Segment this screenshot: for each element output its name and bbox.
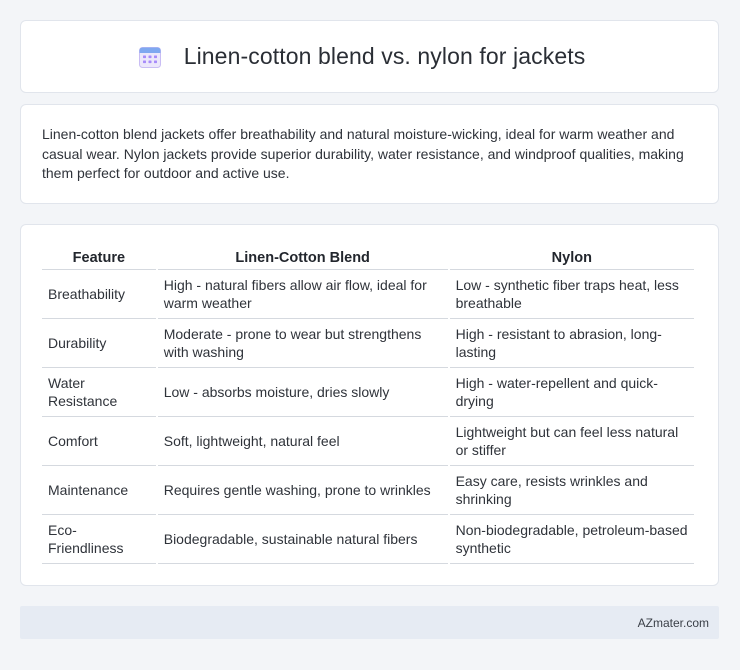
feature-cell: Maintenance	[42, 466, 156, 515]
comparison-table: Feature Linen-Cotton Blend Nylon Breatha…	[40, 245, 696, 564]
comparison-card: Feature Linen-Cotton Blend Nylon Breatha…	[20, 224, 719, 586]
table-row: Comfort Soft, lightweight, natural feel …	[42, 417, 694, 466]
feature-cell: Comfort	[42, 417, 156, 466]
table-header-row: Feature Linen-Cotton Blend Nylon	[42, 245, 694, 270]
table-row: Durability Moderate - prone to wear but …	[42, 319, 694, 368]
title-card: Linen-cotton blend vs. nylon for jackets	[20, 20, 719, 93]
nylon-cell: Low - synthetic fiber traps heat, less b…	[449, 270, 694, 319]
feature-cell: Durability	[42, 319, 156, 368]
page-title: Linen-cotton blend vs. nylon for jackets	[183, 43, 586, 69]
feature-cell: Water Resistance	[42, 368, 156, 417]
nylon-cell: High - resistant to abrasion, long-lasti…	[449, 319, 694, 368]
linen-cotton-cell: Moderate - prone to wear but strengthens…	[157, 319, 448, 368]
header-nylon: Nylon	[449, 245, 694, 270]
summary-card: Linen-cotton blend jackets offer breatha…	[20, 104, 719, 204]
footer-site-label: AZmater.com	[637, 615, 709, 630]
linen-cotton-cell: Biodegradable, sustainable natural fiber…	[157, 515, 448, 564]
feature-cell: Breathability	[42, 270, 156, 319]
nylon-cell: High - water-repellent and quick-drying	[449, 368, 694, 417]
summary-text: Linen-cotton blend jackets offer breatha…	[42, 126, 684, 182]
header-linen-cotton: Linen-Cotton Blend	[157, 245, 448, 270]
table-row: Maintenance Requires gentle washing, pro…	[42, 466, 694, 515]
table-row: Breathability High - natural fibers allo…	[42, 270, 694, 319]
feature-cell: Eco-Friendliness	[42, 515, 156, 564]
linen-cotton-cell: Low - absorbs moisture, dries slowly	[157, 368, 448, 417]
table-row: Water Resistance Low - absorbs moisture,…	[42, 368, 694, 417]
table-row: Eco-Friendliness Biodegradable, sustaina…	[42, 515, 694, 564]
footer: AZmater.com	[20, 606, 719, 639]
header-feature: Feature	[42, 245, 156, 270]
linen-cotton-cell: Soft, lightweight, natural feel	[157, 417, 448, 466]
calendar-icon	[138, 46, 161, 68]
nylon-cell: Lightweight but can feel less natural or…	[449, 417, 694, 466]
linen-cotton-cell: Requires gentle washing, prone to wrinkl…	[157, 466, 448, 515]
linen-cotton-cell: High - natural fibers allow air flow, id…	[157, 270, 448, 319]
nylon-cell: Non-biodegradable, petroleum-based synth…	[449, 515, 694, 564]
nylon-cell: Easy care, resists wrinkles and shrinkin…	[449, 466, 694, 515]
